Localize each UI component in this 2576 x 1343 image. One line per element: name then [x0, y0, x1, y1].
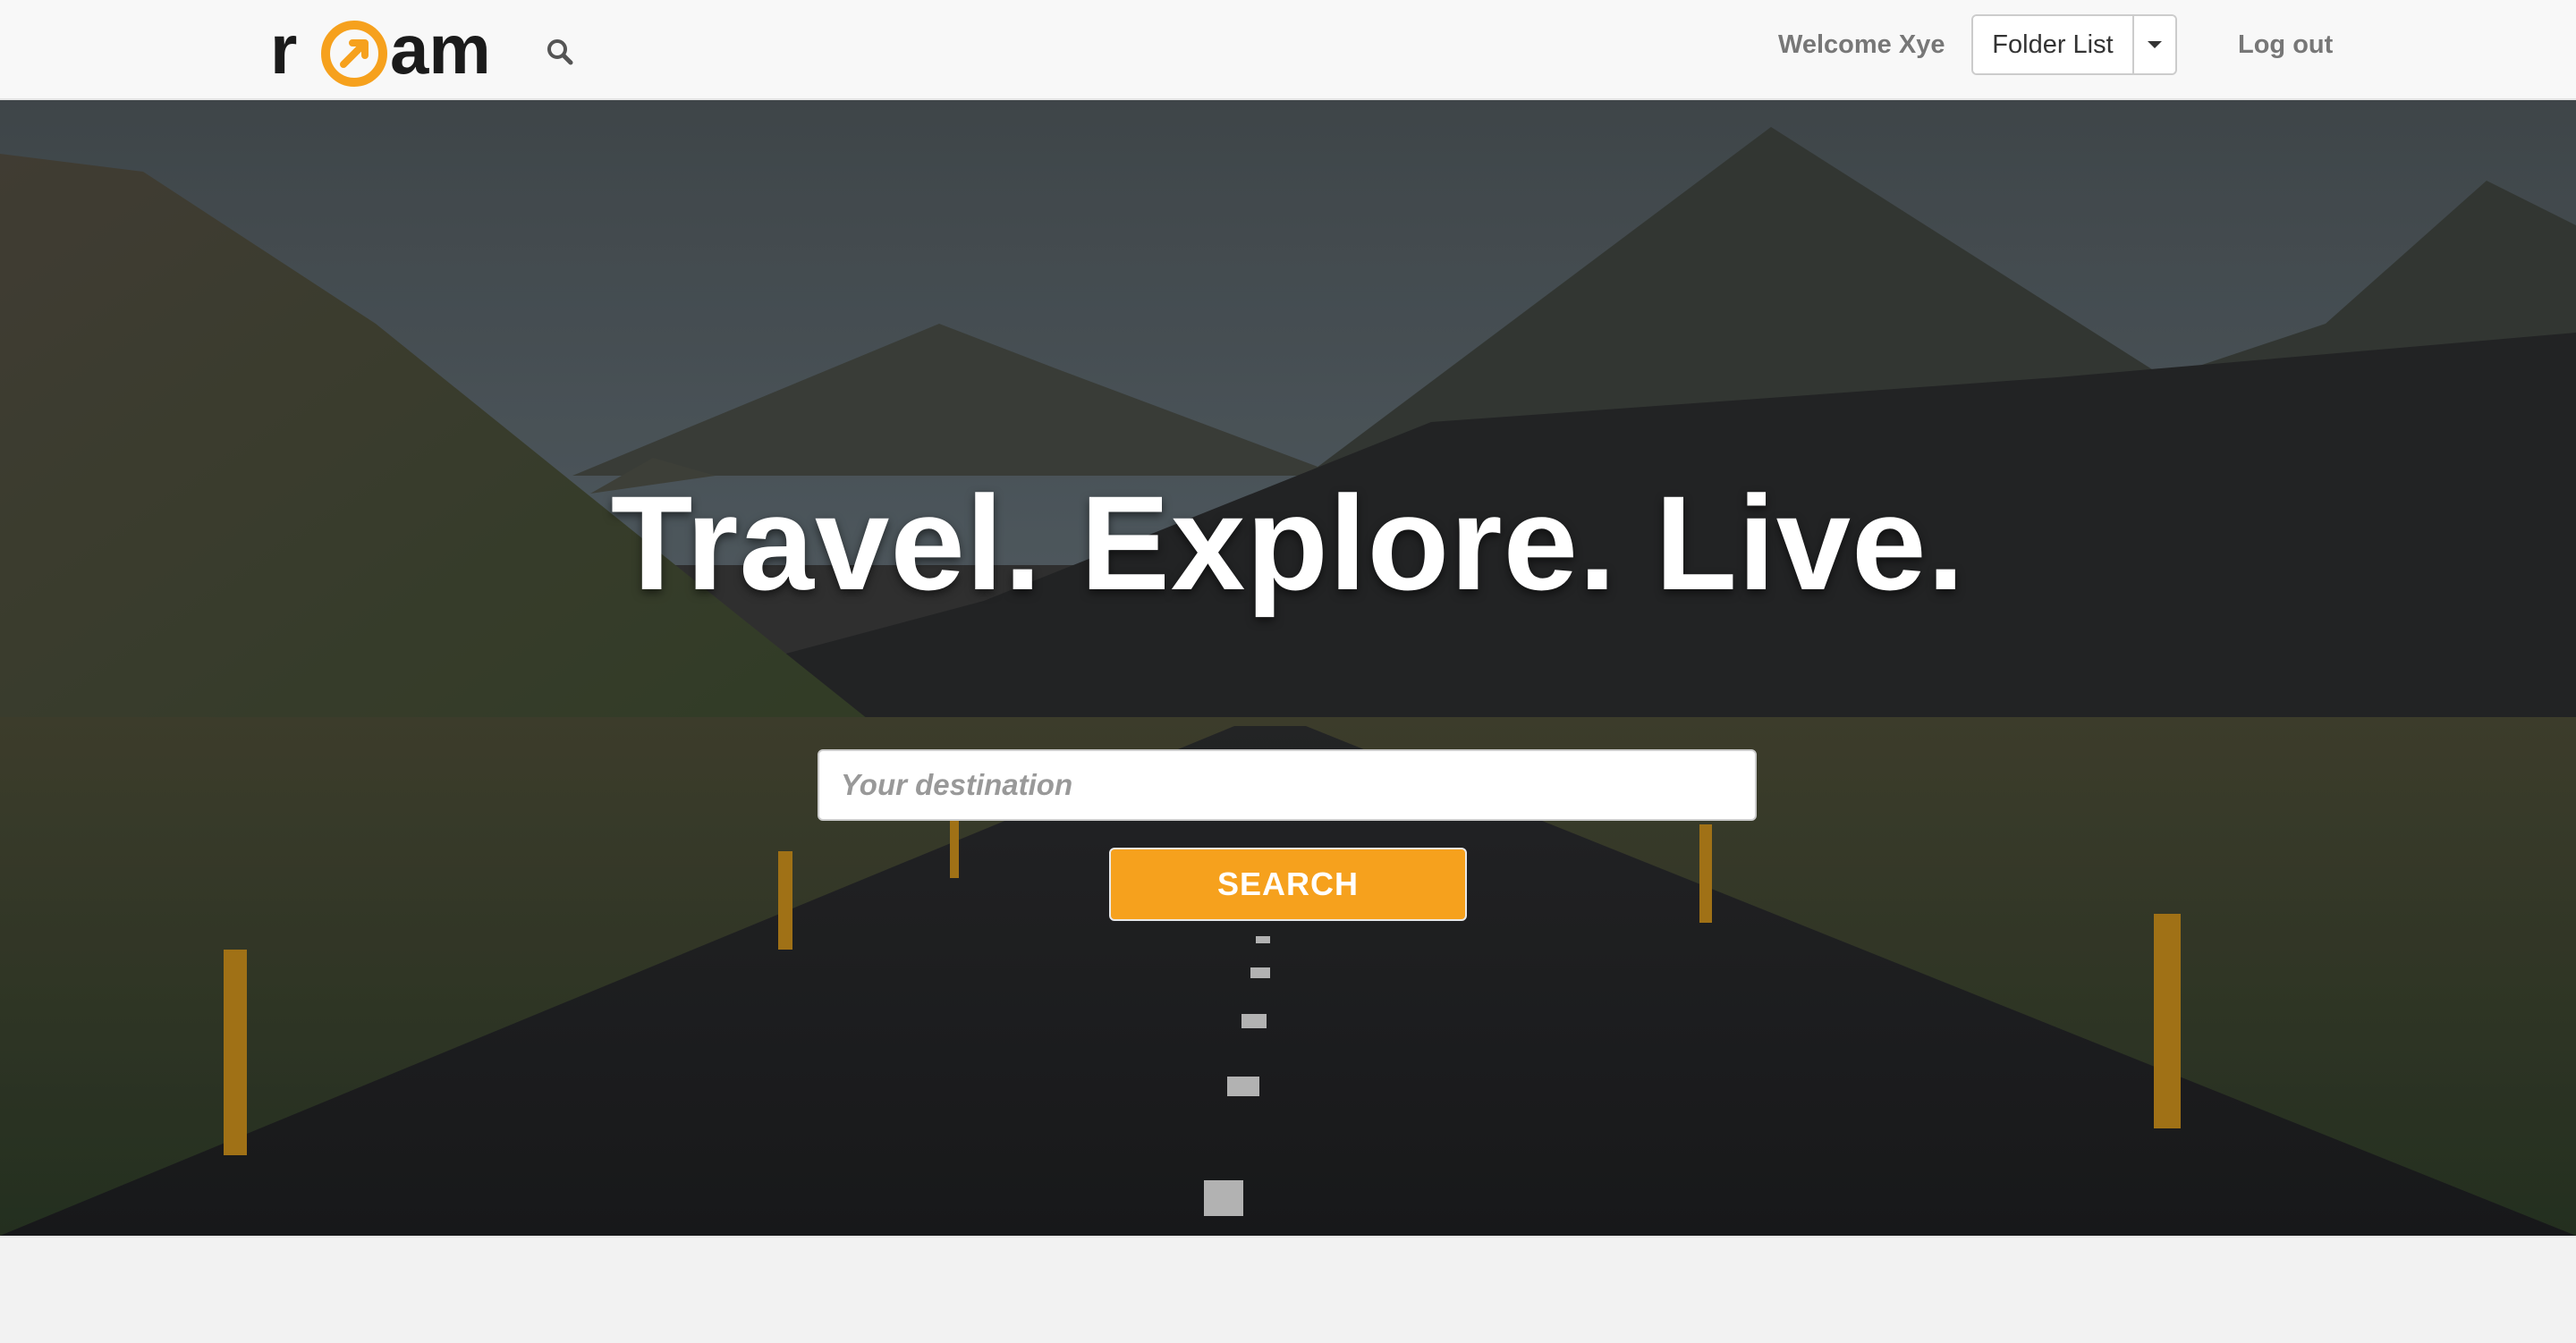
logo-arrow-icon [340, 39, 369, 68]
top-navbar: r am Welcome Xye Folder List Log out [0, 0, 2576, 100]
logo-letter-r: r [270, 13, 297, 89]
search-button[interactable]: SEARCH [1109, 848, 1467, 921]
caret-down-icon [2148, 41, 2162, 48]
folder-list-dropdown: Folder List [1971, 14, 2177, 75]
folder-list-toggle[interactable] [2132, 16, 2175, 73]
hero-title: Travel. Explore. Live. [610, 468, 1966, 618]
hero-section: Travel. Explore. Live. SEARCH [0, 100, 2576, 1236]
hero-background-image [0, 100, 2576, 1236]
logo-letters-am: am [390, 13, 491, 89]
search-icon[interactable] [546, 38, 574, 66]
destination-input[interactable] [818, 749, 1757, 821]
folder-list-button[interactable]: Folder List [1973, 16, 2132, 73]
welcome-message: Welcome Xye [1778, 30, 1945, 59]
roam-logo[interactable]: r am [270, 13, 522, 89]
page-content-area [0, 1236, 2576, 1343]
logout-link[interactable]: Log out [2238, 27, 2333, 63]
